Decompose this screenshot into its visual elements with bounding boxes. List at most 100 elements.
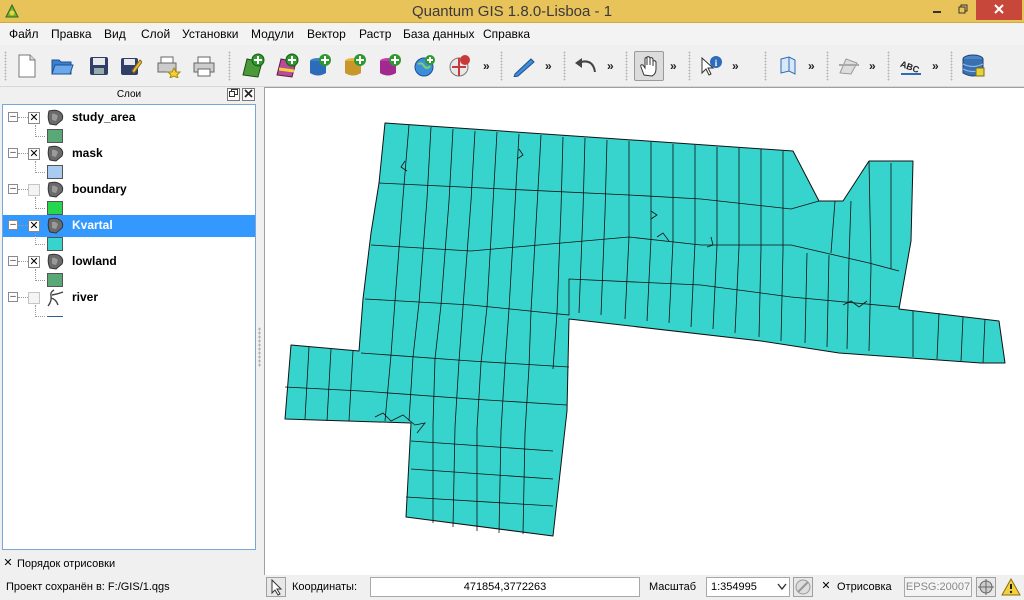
open-project-button[interactable] bbox=[47, 51, 77, 81]
collapse-toggle[interactable]: – bbox=[8, 148, 18, 158]
menu-file[interactable]: Файл bbox=[9, 27, 39, 41]
print-button[interactable] bbox=[189, 51, 219, 81]
menu-help[interactable]: Справка bbox=[483, 27, 530, 41]
layer-name: boundary bbox=[72, 182, 127, 196]
close-icon bbox=[994, 4, 1004, 14]
add-vector-layer-button[interactable] bbox=[238, 51, 268, 81]
menu-vector[interactable]: Вектор bbox=[307, 27, 346, 41]
toolbar-overflow[interactable]: » bbox=[545, 59, 552, 73]
layer-name: study_area bbox=[72, 110, 136, 124]
db-manager-button[interactable] bbox=[958, 51, 988, 81]
close-icon bbox=[244, 89, 253, 98]
restore-button[interactable] bbox=[950, 0, 976, 20]
collapse-toggle[interactable]: – bbox=[8, 184, 18, 194]
crs-status-button[interactable]: EPSG:20007 bbox=[904, 577, 972, 597]
menu-edit[interactable]: Правка bbox=[51, 27, 92, 41]
collapse-toggle[interactable]: – bbox=[8, 256, 18, 266]
map-tips-button[interactable] bbox=[773, 51, 803, 81]
close-button[interactable] bbox=[976, 0, 1022, 20]
save-project-button[interactable] bbox=[84, 51, 114, 81]
layer-visibility-checkbox[interactable]: ✕ bbox=[28, 256, 40, 268]
add-postgis-layer-button[interactable] bbox=[305, 51, 335, 81]
label-tool-button[interactable]: ABC bbox=[896, 51, 926, 81]
scale-combobox[interactable]: 1:354995 bbox=[706, 577, 790, 597]
layer-item-river[interactable]: – river bbox=[3, 287, 255, 309]
menu-layer[interactable]: Слой bbox=[141, 27, 170, 41]
add-postgis-layer-icon bbox=[310, 54, 331, 76]
scale-label: Масштаб bbox=[649, 581, 697, 593]
panel-splitter[interactable] bbox=[258, 327, 261, 367]
layer-visibility-checkbox[interactable] bbox=[28, 292, 40, 304]
menu-settings[interactable]: Установки bbox=[182, 27, 238, 41]
new-project-button[interactable] bbox=[12, 51, 42, 81]
pan-map-button[interactable] bbox=[634, 51, 664, 81]
menu-plugins[interactable]: Модули bbox=[251, 27, 294, 41]
add-wms-layer-button[interactable] bbox=[410, 51, 440, 81]
title-bar: Quantum GIS 1.8.0-Lisboa - 1 bbox=[0, 0, 1024, 23]
add-spatialite-layer-button[interactable] bbox=[340, 51, 370, 81]
layer-item-mask[interactable]: – ✕ mask bbox=[3, 143, 255, 165]
messages-button[interactable] bbox=[1001, 577, 1023, 597]
map-tips-icon bbox=[780, 56, 796, 75]
polygon-layer-icon bbox=[47, 109, 64, 126]
menu-view[interactable]: Вид bbox=[104, 27, 126, 41]
render-checkbox[interactable]: ✕ bbox=[820, 581, 832, 593]
digitize-icon bbox=[839, 58, 859, 75]
layer-visibility-checkbox[interactable]: ✕ bbox=[28, 220, 40, 232]
stop-render-button[interactable] bbox=[793, 577, 813, 597]
add-wms-layer-icon bbox=[414, 55, 435, 77]
digitize-tools-button[interactable] bbox=[834, 51, 864, 81]
layer-item-study-area[interactable]: – ✕ study_area bbox=[3, 107, 255, 129]
layer-visibility-checkbox[interactable] bbox=[28, 184, 40, 196]
close-panel-button[interactable] bbox=[242, 88, 255, 101]
line-layer-icon bbox=[47, 289, 64, 307]
save-as-button[interactable] bbox=[116, 51, 146, 81]
collapse-toggle[interactable]: – bbox=[8, 220, 18, 230]
save-as-icon bbox=[121, 58, 142, 75]
add-wfs-layer-button[interactable] bbox=[445, 51, 475, 81]
toolbar-overflow[interactable]: » bbox=[869, 59, 876, 73]
mouse-cursor-icon bbox=[271, 578, 283, 596]
toolbar-overflow[interactable]: » bbox=[732, 59, 739, 73]
layer-name: river bbox=[72, 290, 99, 304]
layer-legend-study-area bbox=[3, 125, 255, 143]
layer-visibility-checkbox[interactable]: ✕ bbox=[28, 112, 40, 124]
layer-item-lowland[interactable]: – ✕ lowland bbox=[3, 251, 255, 273]
menu-database[interactable]: База данных bbox=[403, 27, 474, 41]
coordinate-toggle-button[interactable] bbox=[266, 577, 286, 597]
print-composer-icon bbox=[157, 56, 181, 78]
pan-hand-icon bbox=[640, 56, 657, 77]
coordinates-field[interactable]: 471854,3772263 bbox=[370, 577, 640, 597]
layer-legend-mask bbox=[3, 161, 255, 179]
line-swatch bbox=[47, 316, 63, 317]
collapse-toggle[interactable]: – bbox=[8, 112, 18, 122]
toolbar-overflow[interactable]: » bbox=[483, 59, 490, 73]
layer-visibility-checkbox[interactable]: ✕ bbox=[28, 148, 40, 160]
layer-item-boundary[interactable]: – boundary bbox=[3, 179, 255, 201]
menu-raster[interactable]: Растр bbox=[359, 27, 391, 41]
map-canvas[interactable] bbox=[264, 87, 1024, 575]
collapse-toggle[interactable]: – bbox=[8, 292, 18, 302]
float-panel-button[interactable] bbox=[227, 88, 240, 101]
map-view[interactable] bbox=[265, 88, 1024, 575]
render-order-checkbox[interactable]: ✕ bbox=[2, 558, 14, 570]
restore-icon bbox=[958, 4, 968, 14]
projection-button[interactable] bbox=[976, 577, 996, 597]
toolbar-overflow[interactable]: » bbox=[808, 59, 815, 73]
add-mssql-layer-button[interactable] bbox=[375, 51, 405, 81]
new-document-icon bbox=[18, 54, 36, 78]
minimize-button[interactable] bbox=[924, 0, 950, 20]
layers-panel-title: Слои bbox=[116, 89, 142, 100]
layer-item-kvartal[interactable]: – ✕ Kvartal bbox=[3, 215, 255, 237]
toggle-editing-button[interactable] bbox=[509, 51, 539, 81]
undo-button[interactable] bbox=[571, 51, 601, 81]
toolbar-overflow[interactable]: » bbox=[670, 59, 677, 73]
new-print-composer-button[interactable] bbox=[153, 51, 183, 81]
toolbar-overflow[interactable]: » bbox=[932, 59, 939, 73]
toolbar-overflow[interactable]: » bbox=[607, 59, 614, 73]
identify-features-button[interactable]: i bbox=[696, 51, 726, 81]
coordinates-label: Координаты: bbox=[292, 581, 358, 593]
add-raster-layer-button[interactable] bbox=[272, 51, 302, 81]
svg-text:ABC: ABC bbox=[899, 59, 921, 75]
fill-swatch bbox=[47, 237, 63, 251]
